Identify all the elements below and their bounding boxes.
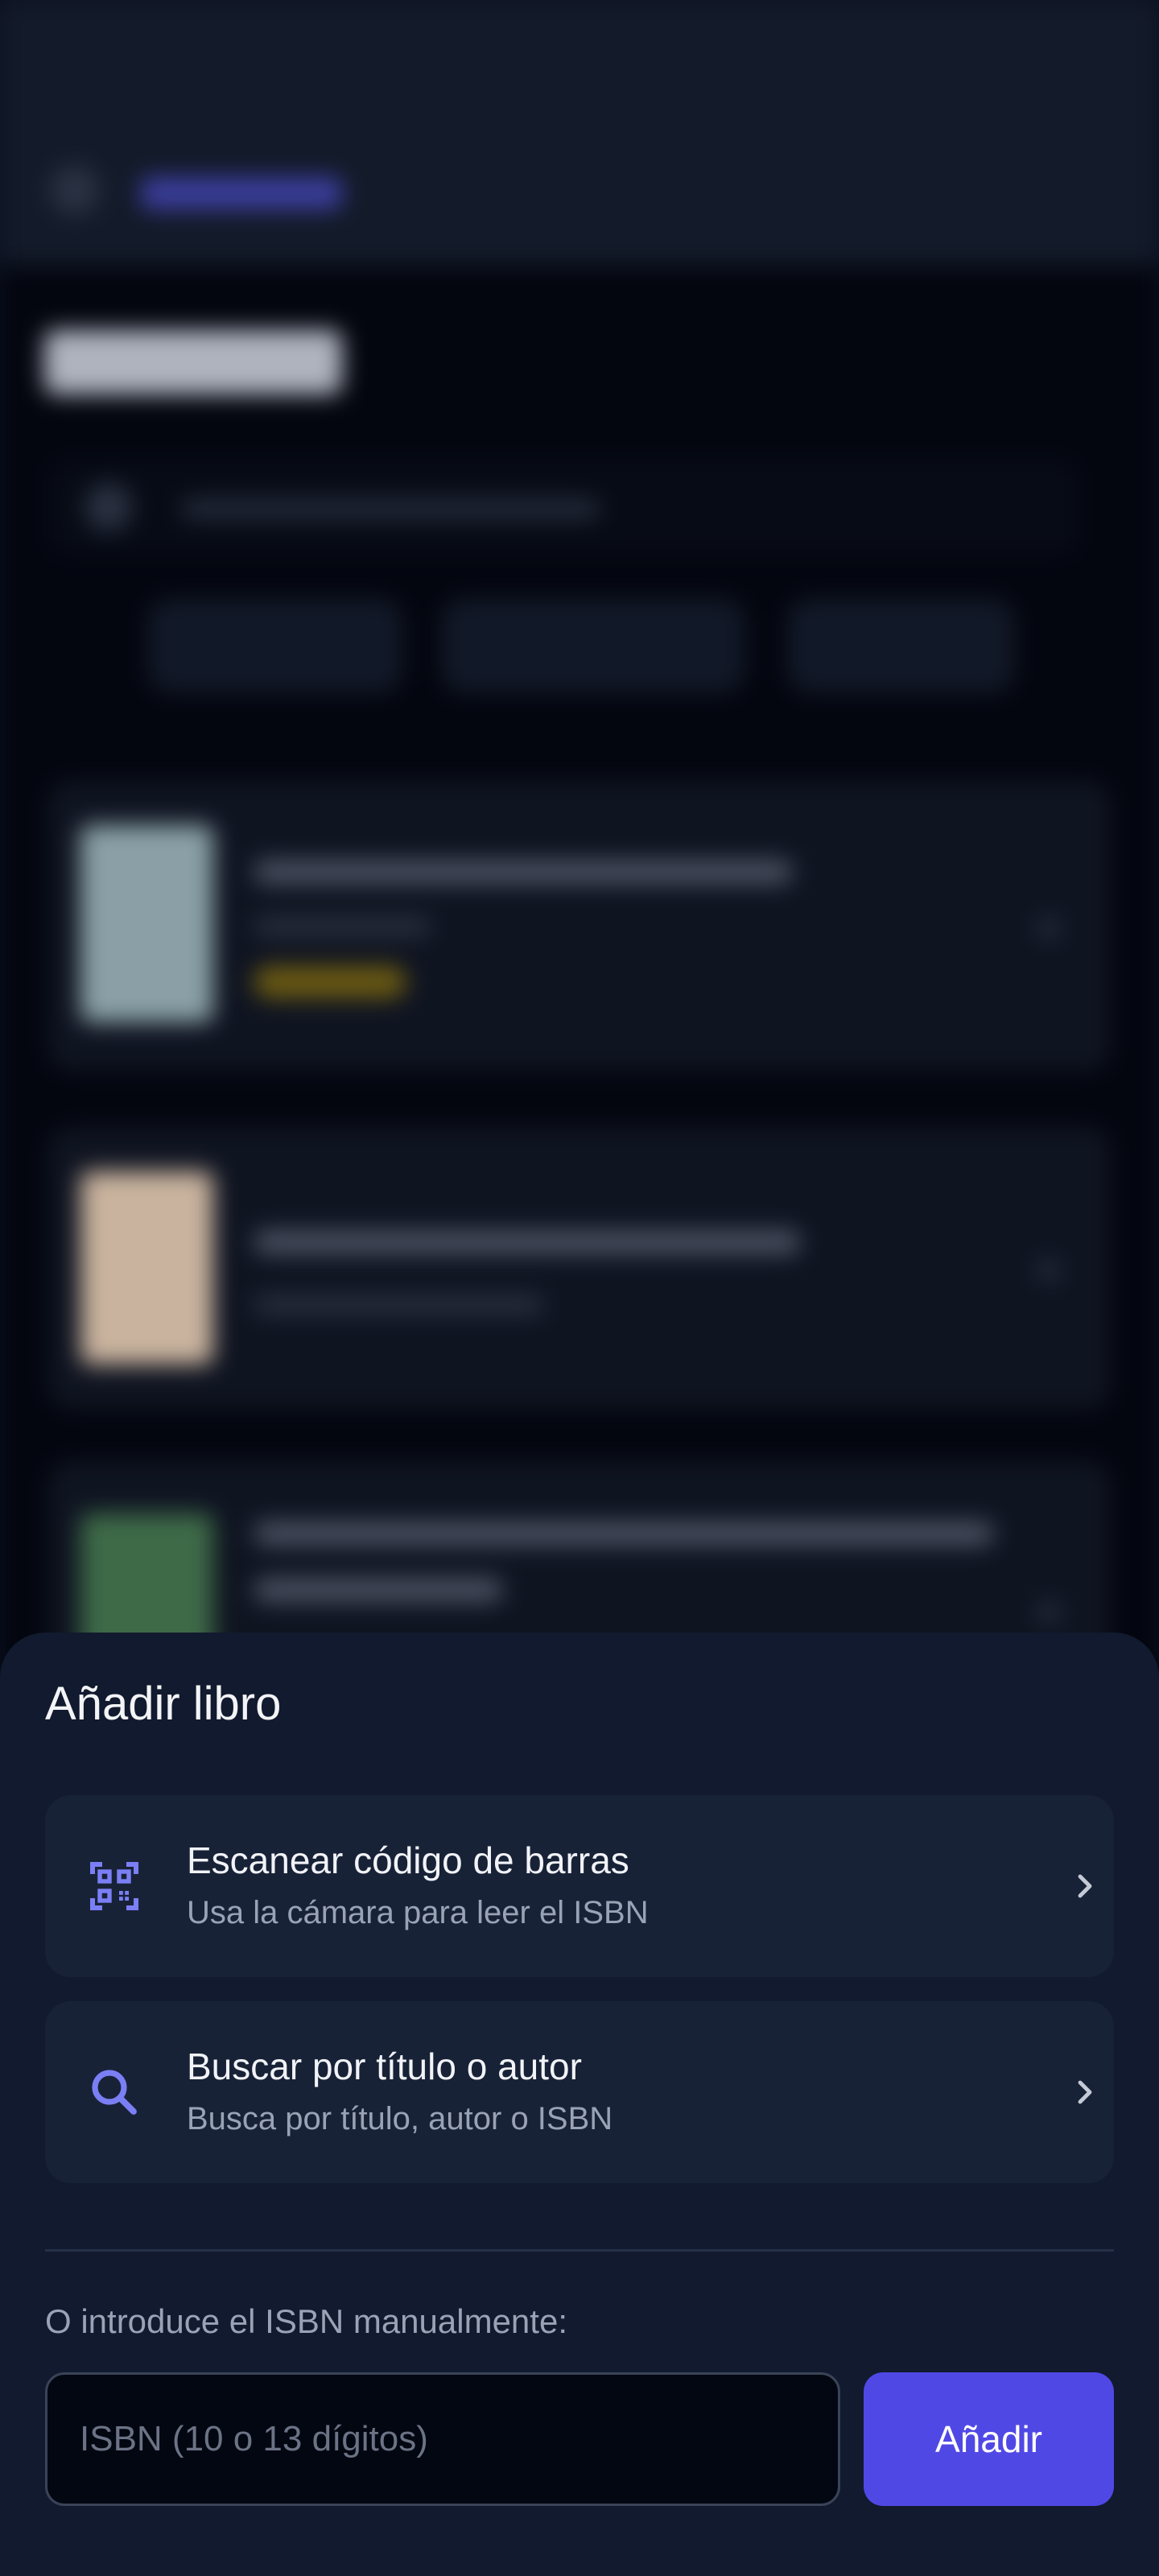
app-title-placeholder [141,177,342,209]
book-cover [80,1171,213,1364]
search-icon [85,483,133,531]
book-author-blurred [254,918,431,935]
book-title-blurred [254,860,793,884]
menu-icon [50,165,100,215]
app-header [0,0,1159,266]
isbn-input[interactable] [45,2372,840,2506]
page-title-placeholder [44,330,342,394]
book-title-blurred [254,1230,801,1254]
chevron-right-icon [1038,1260,1059,1281]
search-option-subtitle: Busca por título, autor o ISBN [187,2101,613,2136]
scan-barcode-subtitle: Usa la cámara para leer el ISBN [187,1895,649,1930]
manual-isbn-label: O introduce el ISBN manualmente: [45,2302,567,2340]
search-title-author-option[interactable]: Buscar por título o autor Busca por títu… [45,2001,1114,2183]
chevron-right-icon [1066,2073,1104,2112]
divider [45,2249,1114,2252]
chevron-right-icon [1038,1602,1059,1623]
background-app-blurred [0,0,1159,1703]
search-placeholder-blurred [181,499,600,518]
book-title-blurred [254,1521,994,1546]
status-badge [254,966,406,998]
filter-chip [443,600,744,691]
filter-chip [789,600,1013,691]
chevron-right-icon [1066,1867,1104,1905]
add-button[interactable]: Añadir [864,2372,1114,2506]
search-option-label: Buscar por título o autor [187,2046,582,2087]
search-icon [85,2063,143,2121]
sheet-title: Añadir libro [45,1678,282,1730]
scan-barcode-label: Escanear código de barras [187,1839,629,1881]
book-author-blurred [254,1296,543,1314]
qr-code-scan-icon [85,1857,143,1915]
scan-barcode-option[interactable]: Escanear código de barras Usa la cámara … [45,1795,1114,1977]
chevron-right-icon [1038,918,1059,939]
book-cover [80,825,213,1022]
filter-chip [149,600,402,691]
book-title-blurred [254,1578,503,1602]
